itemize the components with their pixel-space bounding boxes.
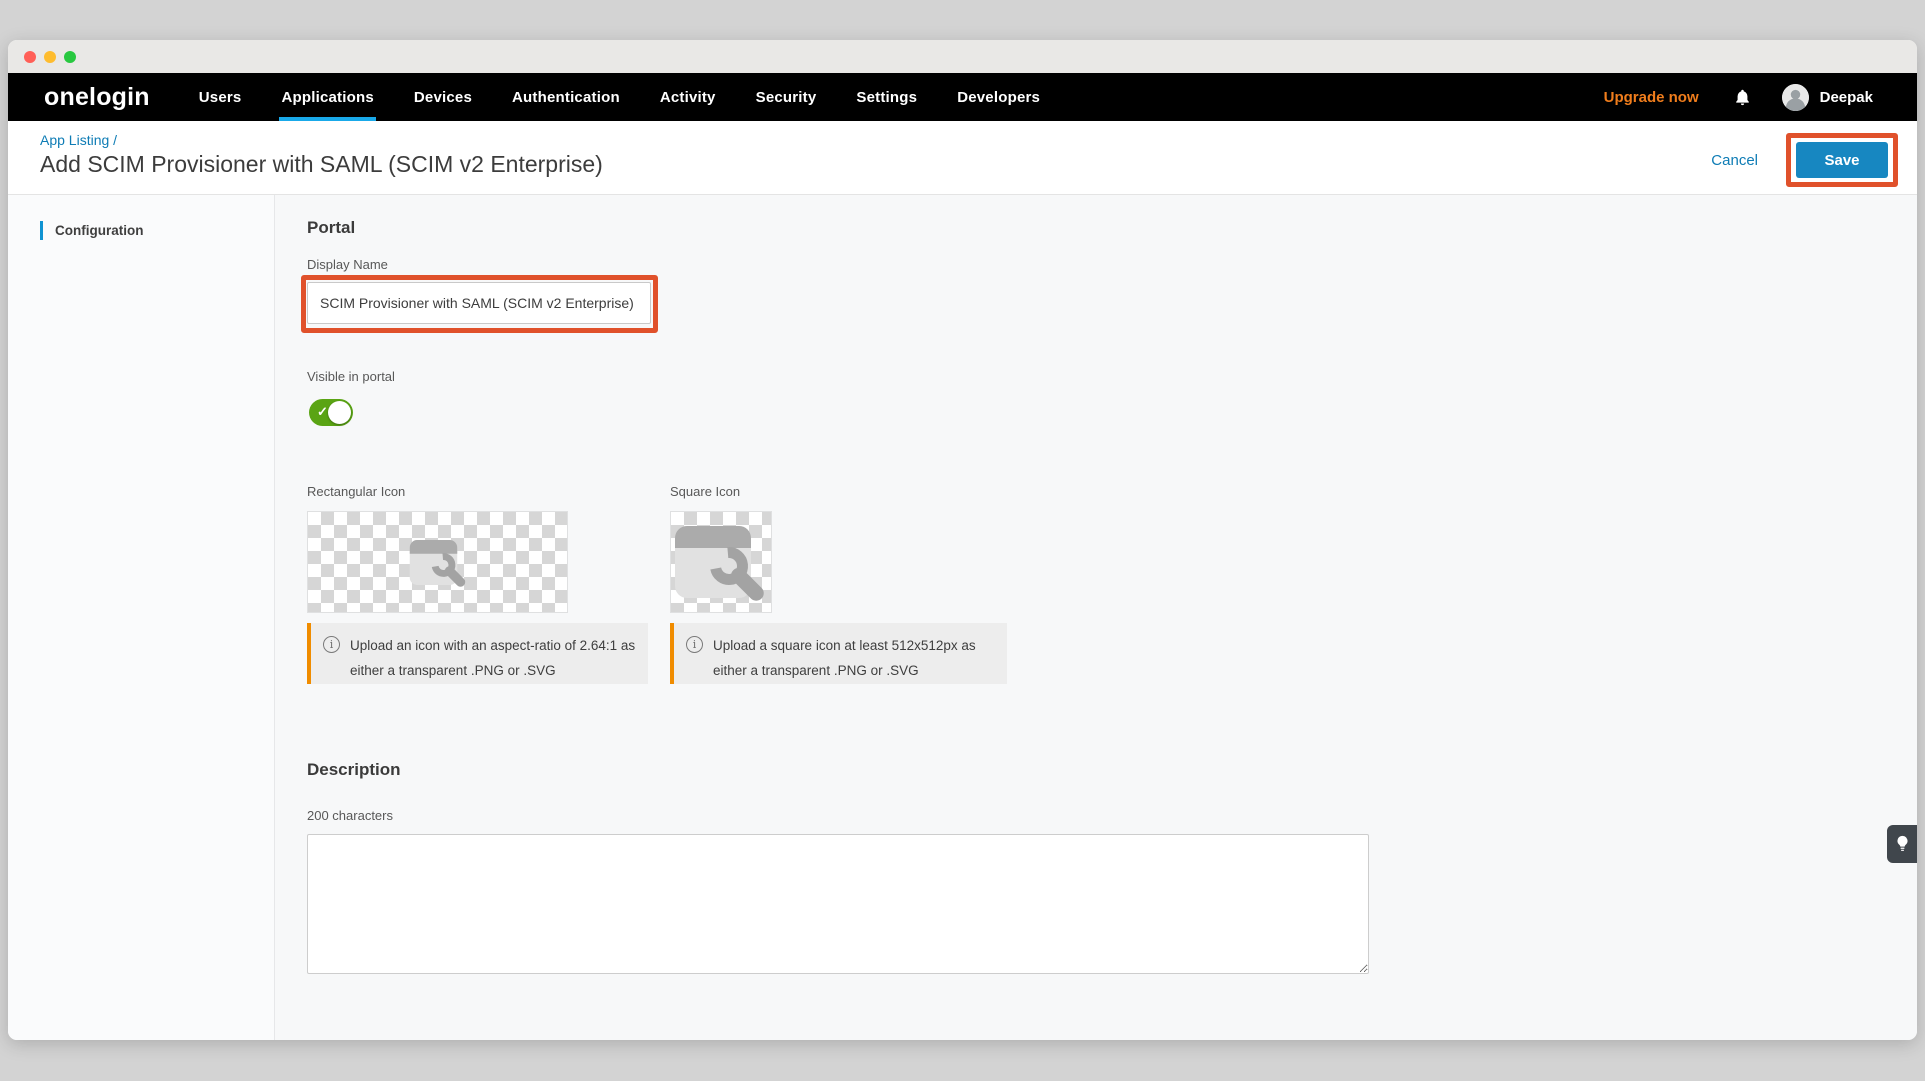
display-name-label: Display Name <box>307 257 388 272</box>
nav-item-authentication[interactable]: Authentication <box>512 73 620 121</box>
save-button[interactable]: Save <box>1796 142 1888 178</box>
nav-menu: Users Applications Devices Authenticatio… <box>199 73 1040 121</box>
active-item-accent-bar <box>40 221 43 240</box>
portal-section-heading: Portal <box>307 218 355 238</box>
sidebar-item-label: Configuration <box>55 223 143 238</box>
sidebar-item-configuration[interactable]: Configuration <box>8 218 274 242</box>
toggle-knob <box>328 401 351 424</box>
rectangular-icon-label: Rectangular Icon <box>307 484 405 499</box>
display-name-input[interactable] <box>307 282 651 324</box>
square-icon-preview[interactable] <box>670 511 772 613</box>
square-icon-label: Square Icon <box>670 484 740 499</box>
settings-sidebar: Configuration <box>8 195 275 1040</box>
nav-item-developers[interactable]: Developers <box>957 73 1040 121</box>
visible-in-portal-label: Visible in portal <box>307 369 395 384</box>
char-counter-label: 200 characters <box>307 808 393 823</box>
info-circle-icon: i <box>323 636 340 653</box>
page-title: Add SCIM Provisioner with SAML (SCIM v2 … <box>40 151 603 178</box>
info-text-line2: either a transparent .PNG or .SVG <box>713 658 976 683</box>
window-controls <box>24 51 76 63</box>
info-text-line2: either a transparent .PNG or .SVG <box>350 658 635 683</box>
onelogin-logo[interactable]: onelogin <box>44 83 150 112</box>
app-wrench-icon <box>671 518 771 606</box>
app-wrench-icon <box>407 535 470 590</box>
nav-item-users[interactable]: Users <box>199 73 242 121</box>
info-circle-icon: i <box>686 636 703 653</box>
cancel-button[interactable]: Cancel <box>1711 152 1758 169</box>
info-text-line1: Upload a square icon at least 512x512px … <box>713 633 976 658</box>
help-lightbulb-button[interactable] <box>1887 825 1917 863</box>
nav-item-applications[interactable]: Applications <box>281 73 373 121</box>
rectangular-icon-preview[interactable] <box>307 511 568 613</box>
page-header: App Listing / Add SCIM Provisioner with … <box>8 121 1917 195</box>
zoom-window-button[interactable] <box>64 51 76 63</box>
square-icon-info: i Upload a square icon at least 512x512p… <box>670 623 1007 684</box>
close-window-button[interactable] <box>24 51 36 63</box>
breadcrumb-app-listing[interactable]: App Listing / <box>40 132 117 148</box>
visible-in-portal-toggle[interactable]: ✓ <box>309 399 353 426</box>
nav-item-activity[interactable]: Activity <box>660 73 716 121</box>
user-avatar[interactable] <box>1782 84 1809 111</box>
notifications-bell-icon[interactable] <box>1733 88 1752 107</box>
lightbulb-icon <box>1895 834 1910 854</box>
upgrade-now-link[interactable]: Upgrade now <box>1604 89 1699 106</box>
minimize-window-button[interactable] <box>44 51 56 63</box>
rectangular-icon-info: i Upload an icon with an aspect-ratio of… <box>307 623 648 684</box>
nav-item-settings[interactable]: Settings <box>856 73 917 121</box>
nav-item-devices[interactable]: Devices <box>414 73 472 121</box>
top-navbar: onelogin Users Applications Devices Auth… <box>8 73 1917 121</box>
description-textarea[interactable] <box>307 834 1369 974</box>
app-window: onelogin Users Applications Devices Auth… <box>8 40 1917 1040</box>
user-name[interactable]: Deepak <box>1820 89 1873 106</box>
main-content: Portal Display Name Visible in portal ✓ … <box>275 195 1917 1040</box>
window-titlebar <box>8 40 1917 73</box>
nav-item-security[interactable]: Security <box>756 73 817 121</box>
description-section-heading: Description <box>307 760 401 780</box>
info-text-line1: Upload an icon with an aspect-ratio of 2… <box>350 633 635 658</box>
save-annotation-highlight: Save <box>1786 133 1898 187</box>
check-icon: ✓ <box>317 404 328 420</box>
